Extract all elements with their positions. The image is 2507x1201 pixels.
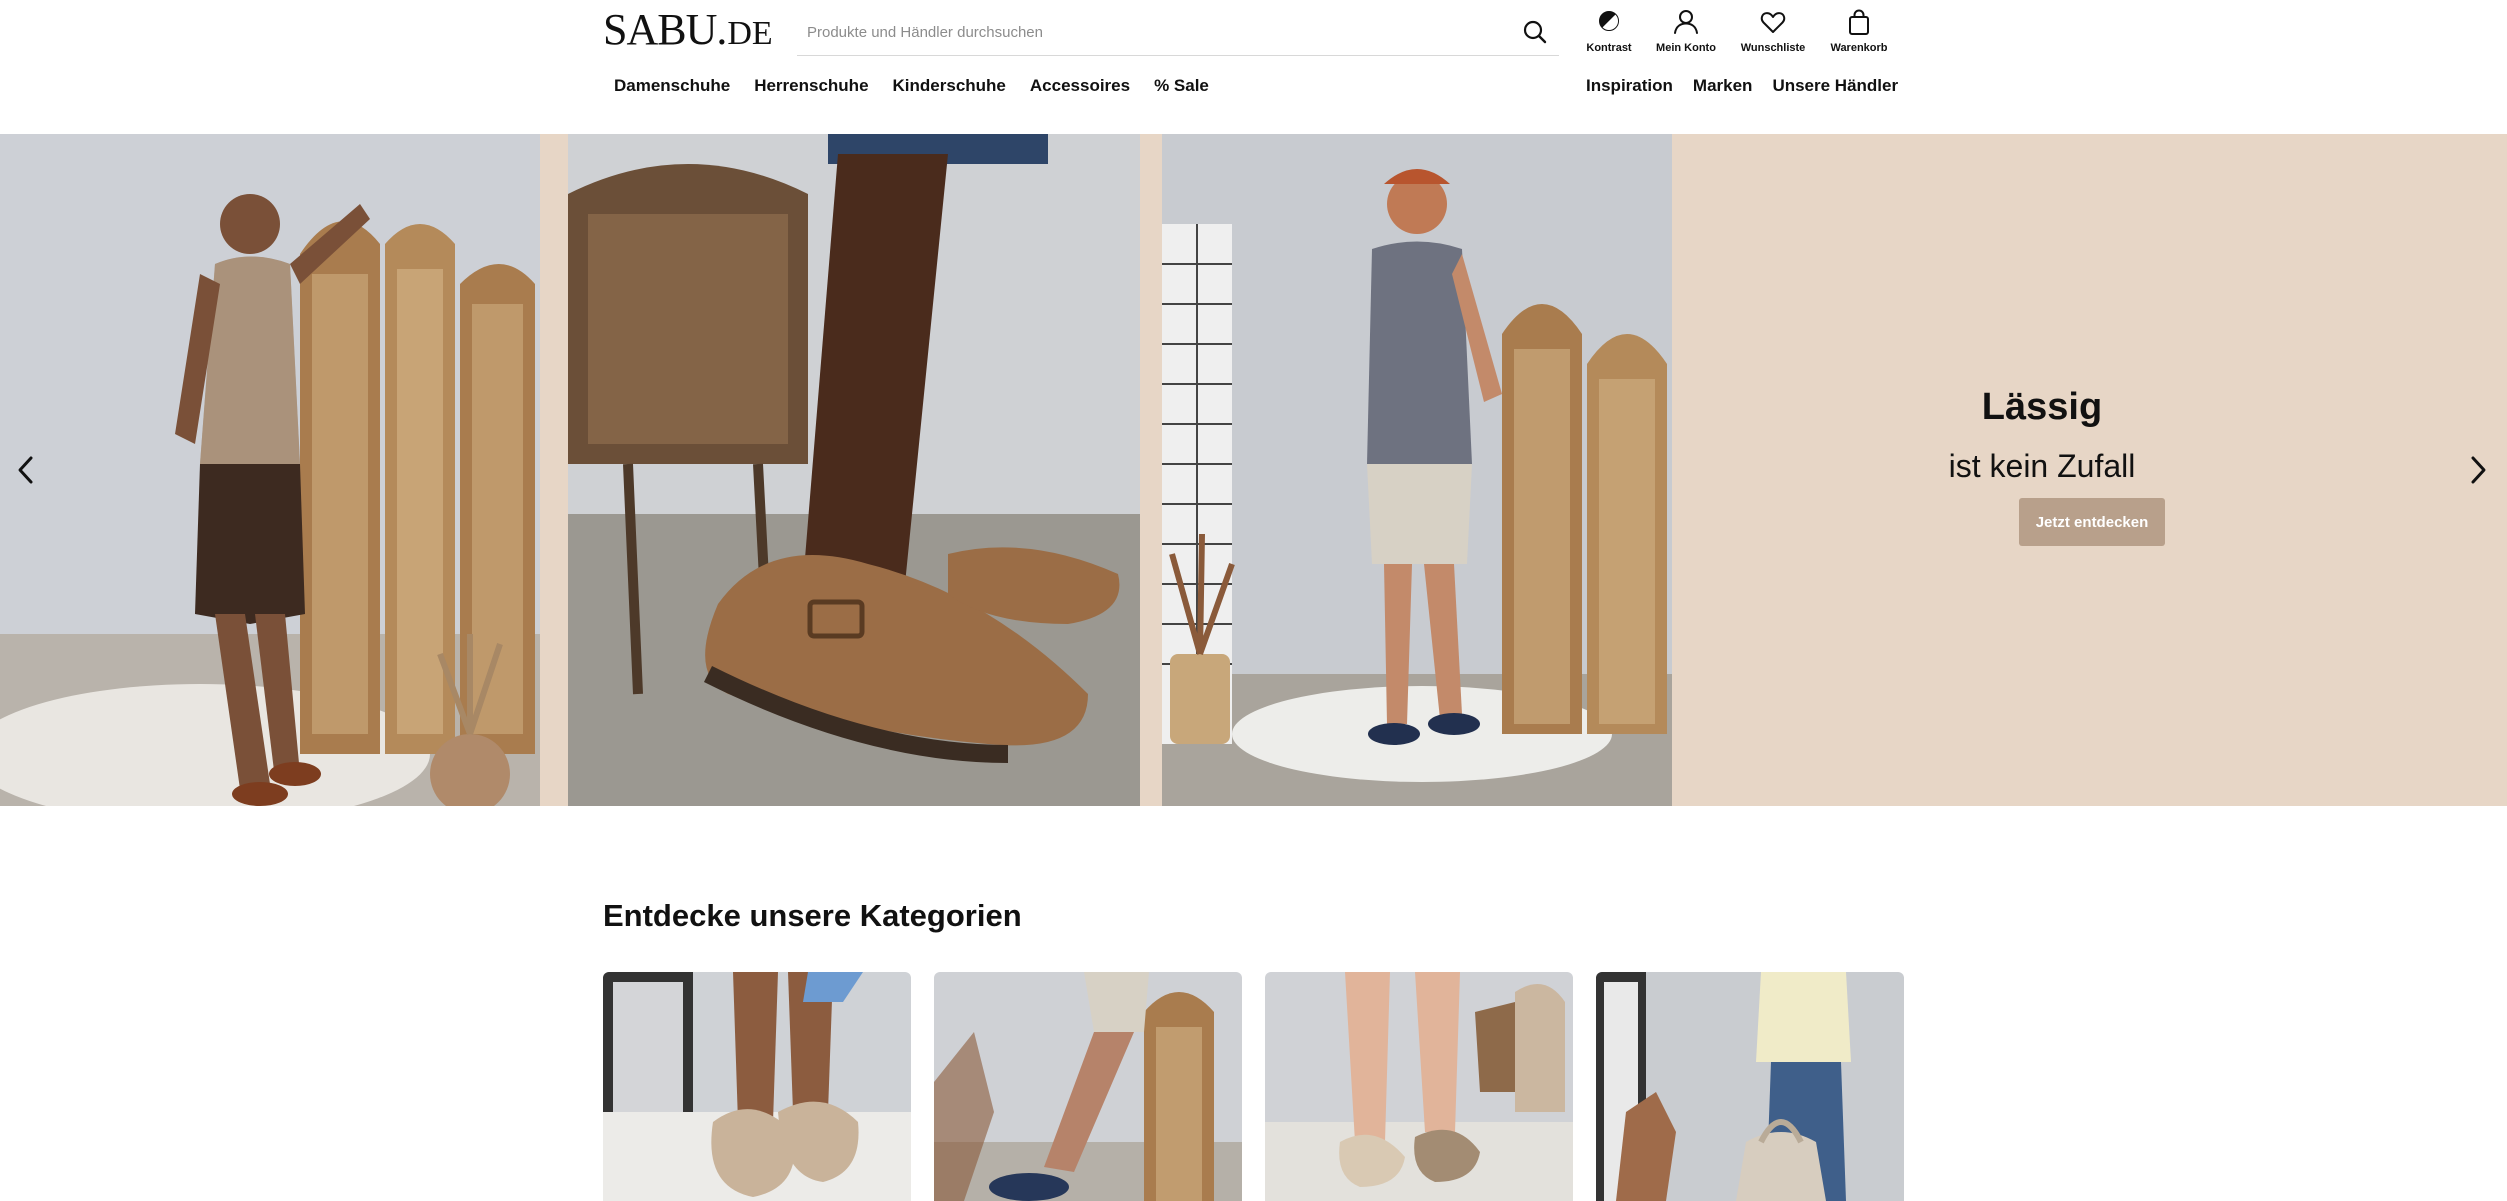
categories-heading: Entdecke unsere Kategorien [603, 898, 1022, 933]
hero-prev-button[interactable] [6, 443, 46, 497]
search-input[interactable] [807, 16, 1497, 48]
hero-text-area: Lässig ist kein Zufall Jetzt entdecken [1672, 134, 2507, 806]
contrast-icon [1599, 11, 1619, 31]
category-card-kinder[interactable] [1265, 972, 1573, 1201]
nav-item-damenschuhe[interactable]: Damenschuhe [614, 76, 730, 102]
category-card-accessoires[interactable] [1596, 972, 1904, 1201]
category-image-kinder [1265, 972, 1573, 1201]
hero-image-clog-closeup [568, 134, 1140, 806]
chevron-right-icon [2471, 456, 2486, 484]
search-bar [797, 10, 1559, 56]
wishlist-label: Wunschliste [1740, 42, 1806, 54]
chevron-left-icon [18, 456, 33, 484]
logo-text-main: SABU [603, 5, 717, 54]
logo-text-tld: DE [727, 15, 773, 52]
account-button[interactable]: Mein Konto [1641, 8, 1731, 60]
category-card-damen[interactable] [603, 972, 911, 1201]
category-image-damen [603, 972, 911, 1201]
nav-item-kinderschuhe[interactable]: Kinderschuhe [893, 76, 1006, 102]
cart-label: Warenkorb [1830, 42, 1888, 54]
hero-subtitle: ist kein Zufall [1948, 448, 2136, 484]
wishlist-button[interactable]: Wunschliste [1728, 8, 1818, 60]
hero-image-man-leaning [0, 134, 540, 806]
hero-title: Lässig [1981, 386, 2103, 428]
nav-item-herrenschuhe[interactable]: Herrenschuhe [754, 76, 868, 102]
user-icon [1674, 10, 1698, 34]
secondary-nav: Inspiration Marken Unsere Händler [1586, 76, 1898, 102]
sabu-logo[interactable]: SABU. DE [603, 4, 773, 56]
search-icon[interactable] [1521, 18, 1549, 46]
hero-banner: Lässig ist kein Zufall Jetzt entdecken [0, 134, 2507, 806]
nav-item-accessoires[interactable]: Accessoires [1030, 76, 1130, 102]
category-card-herren[interactable] [934, 972, 1242, 1201]
hero-cta-button[interactable]: Jetzt entdecken [2019, 498, 2165, 546]
nav-item-marken[interactable]: Marken [1693, 76, 1753, 102]
account-label: Mein Konto [1656, 42, 1716, 54]
category-image-herren [934, 972, 1242, 1201]
main-nav: Damenschuhe Herrenschuhe Kinderschuhe Ac… [614, 76, 1209, 102]
logo-text-dot: . [716, 5, 728, 54]
hero-gap-2 [1140, 134, 1162, 806]
cart-button[interactable]: Warenkorb [1814, 8, 1904, 60]
heart-icon [1760, 12, 1786, 33]
hero-next-button[interactable] [2458, 443, 2498, 497]
nav-item-sale[interactable]: % Sale [1154, 76, 1209, 102]
bag-icon [1849, 9, 1869, 35]
nav-item-inspiration[interactable]: Inspiration [1586, 76, 1673, 102]
category-image-accessoires [1596, 972, 1904, 1201]
contrast-label: Kontrast [1586, 42, 1632, 54]
hero-image-man-standing [1162, 134, 1672, 806]
nav-item-haendler[interactable]: Unsere Händler [1772, 76, 1898, 102]
hero-gap-1 [540, 134, 568, 806]
site-header: SABU.DE Kontrast Mein Konto Wunschliste [0, 0, 2507, 134]
